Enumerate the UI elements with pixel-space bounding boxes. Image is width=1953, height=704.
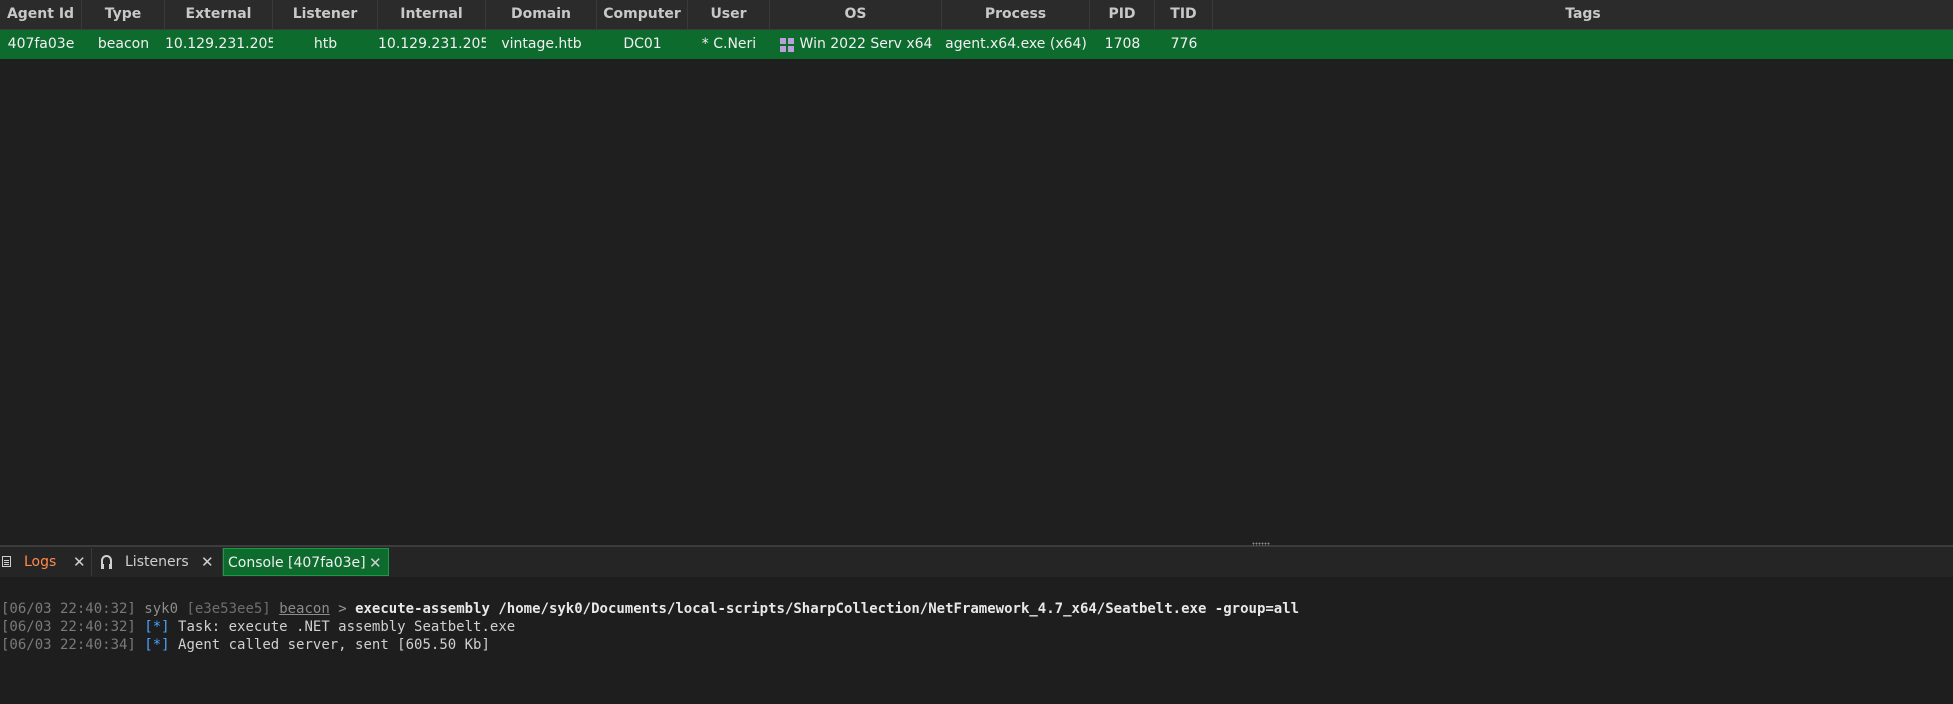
cell-os: Win 2022 Serv x64 bbox=[770, 30, 942, 59]
tab-listeners-label: Listeners bbox=[125, 554, 189, 570]
timestamp: [06/03 22:40:32] bbox=[1, 601, 136, 617]
column-header-external[interactable]: External bbox=[165, 0, 273, 29]
tab-logs[interactable]: Logs ✕ bbox=[0, 548, 92, 576]
console-message: Task: execute .NET assembly Seatbelt.exe bbox=[178, 619, 516, 635]
info-marker: [*] bbox=[144, 637, 170, 653]
splitter-grip-icon[interactable] bbox=[1252, 542, 1270, 546]
column-header-os[interactable]: OS bbox=[770, 0, 942, 29]
close-icon[interactable]: ✕ bbox=[369, 549, 382, 577]
column-header-tid[interactable]: TID bbox=[1155, 0, 1213, 29]
tab-logs-label: Logs bbox=[24, 554, 57, 570]
cell-internal: 10.129.231.205 bbox=[378, 36, 486, 52]
cell-domain: vintage.htb bbox=[501, 36, 582, 52]
console-line: [06/03 22:40:34] [*] Agent called server… bbox=[1, 636, 490, 654]
cell-pid: 1708 bbox=[1104, 36, 1141, 52]
headset-icon bbox=[101, 555, 112, 569]
tab-listeners[interactable]: Listeners ✕ bbox=[92, 548, 223, 576]
cell-listener: htb bbox=[313, 36, 338, 52]
cell-agent-id: 407fa03e bbox=[7, 36, 75, 52]
column-header-tags[interactable]: Tags bbox=[1213, 0, 1953, 29]
info-marker: [*] bbox=[144, 619, 170, 635]
column-header-process[interactable]: Process bbox=[942, 0, 1090, 29]
column-header-domain[interactable]: Domain bbox=[486, 0, 597, 29]
console-line: [06/03 22:40:32] [*] Task: execute .NET … bbox=[1, 618, 515, 636]
column-header-listener[interactable]: Listener bbox=[273, 0, 378, 29]
close-icon[interactable]: ✕ bbox=[73, 548, 86, 576]
cell-computer: DC01 bbox=[623, 36, 662, 52]
cell-external: 10.129.231.205 bbox=[165, 36, 273, 52]
cell-type: beacon bbox=[97, 36, 150, 52]
tab-console[interactable]: Console [407fa03e] ✕ bbox=[223, 548, 389, 576]
cell-process: agent.x64.exe (x64) bbox=[945, 36, 1087, 52]
prompt-user: syk0 bbox=[144, 601, 179, 617]
column-header-type[interactable]: Type bbox=[82, 0, 165, 29]
column-header-internal[interactable]: Internal bbox=[378, 0, 486, 29]
agents-table: Agent Id Type External Listener Internal… bbox=[0, 0, 1953, 545]
document-icon bbox=[2, 556, 11, 567]
app-window: Agent Id Type External Listener Internal… bbox=[0, 0, 1953, 704]
column-header-user[interactable]: User bbox=[688, 0, 770, 29]
table-header: Agent Id Type External Listener Internal… bbox=[0, 0, 1953, 30]
console-message: Agent called server, sent [605.50 Kb] bbox=[178, 637, 490, 653]
tab-console-label: Console [407fa03e] bbox=[228, 555, 366, 571]
console-line: [06/03 22:40:32] syk0 [e3e53ee5] beacon … bbox=[1, 600, 1299, 618]
prompt-session-id: [e3e53ee5] bbox=[186, 601, 271, 617]
close-icon[interactable]: ✕ bbox=[201, 548, 214, 576]
console-output[interactable]: [06/03 22:40:32] syk0 [e3e53ee5] beacon … bbox=[0, 577, 1953, 704]
column-header-pid[interactable]: PID bbox=[1090, 0, 1155, 29]
command-text: execute-assembly /home/syk0/Documents/lo… bbox=[355, 601, 1300, 617]
timestamp: [06/03 22:40:34] bbox=[1, 637, 136, 653]
column-header-computer[interactable]: Computer bbox=[597, 0, 688, 29]
column-header-agent-id[interactable]: Agent Id bbox=[0, 0, 82, 29]
table-row[interactable]: 407fa03e beacon 10.129.231.205 htb 10.12… bbox=[0, 30, 1953, 59]
windows-icon bbox=[779, 37, 794, 52]
bottom-tab-bar: Logs ✕ Listeners ✕ Console [407fa03e] ✕ bbox=[0, 547, 1953, 577]
prompt-symbol: > bbox=[338, 601, 347, 617]
cell-user: * C.Neri bbox=[701, 36, 757, 52]
prompt-agent-link[interactable]: beacon bbox=[279, 601, 330, 617]
cell-tags bbox=[1213, 30, 1953, 59]
cell-tid: 776 bbox=[1170, 36, 1198, 52]
timestamp: [06/03 22:40:32] bbox=[1, 619, 136, 635]
cell-os-label: Win 2022 Serv x64 bbox=[799, 36, 933, 52]
